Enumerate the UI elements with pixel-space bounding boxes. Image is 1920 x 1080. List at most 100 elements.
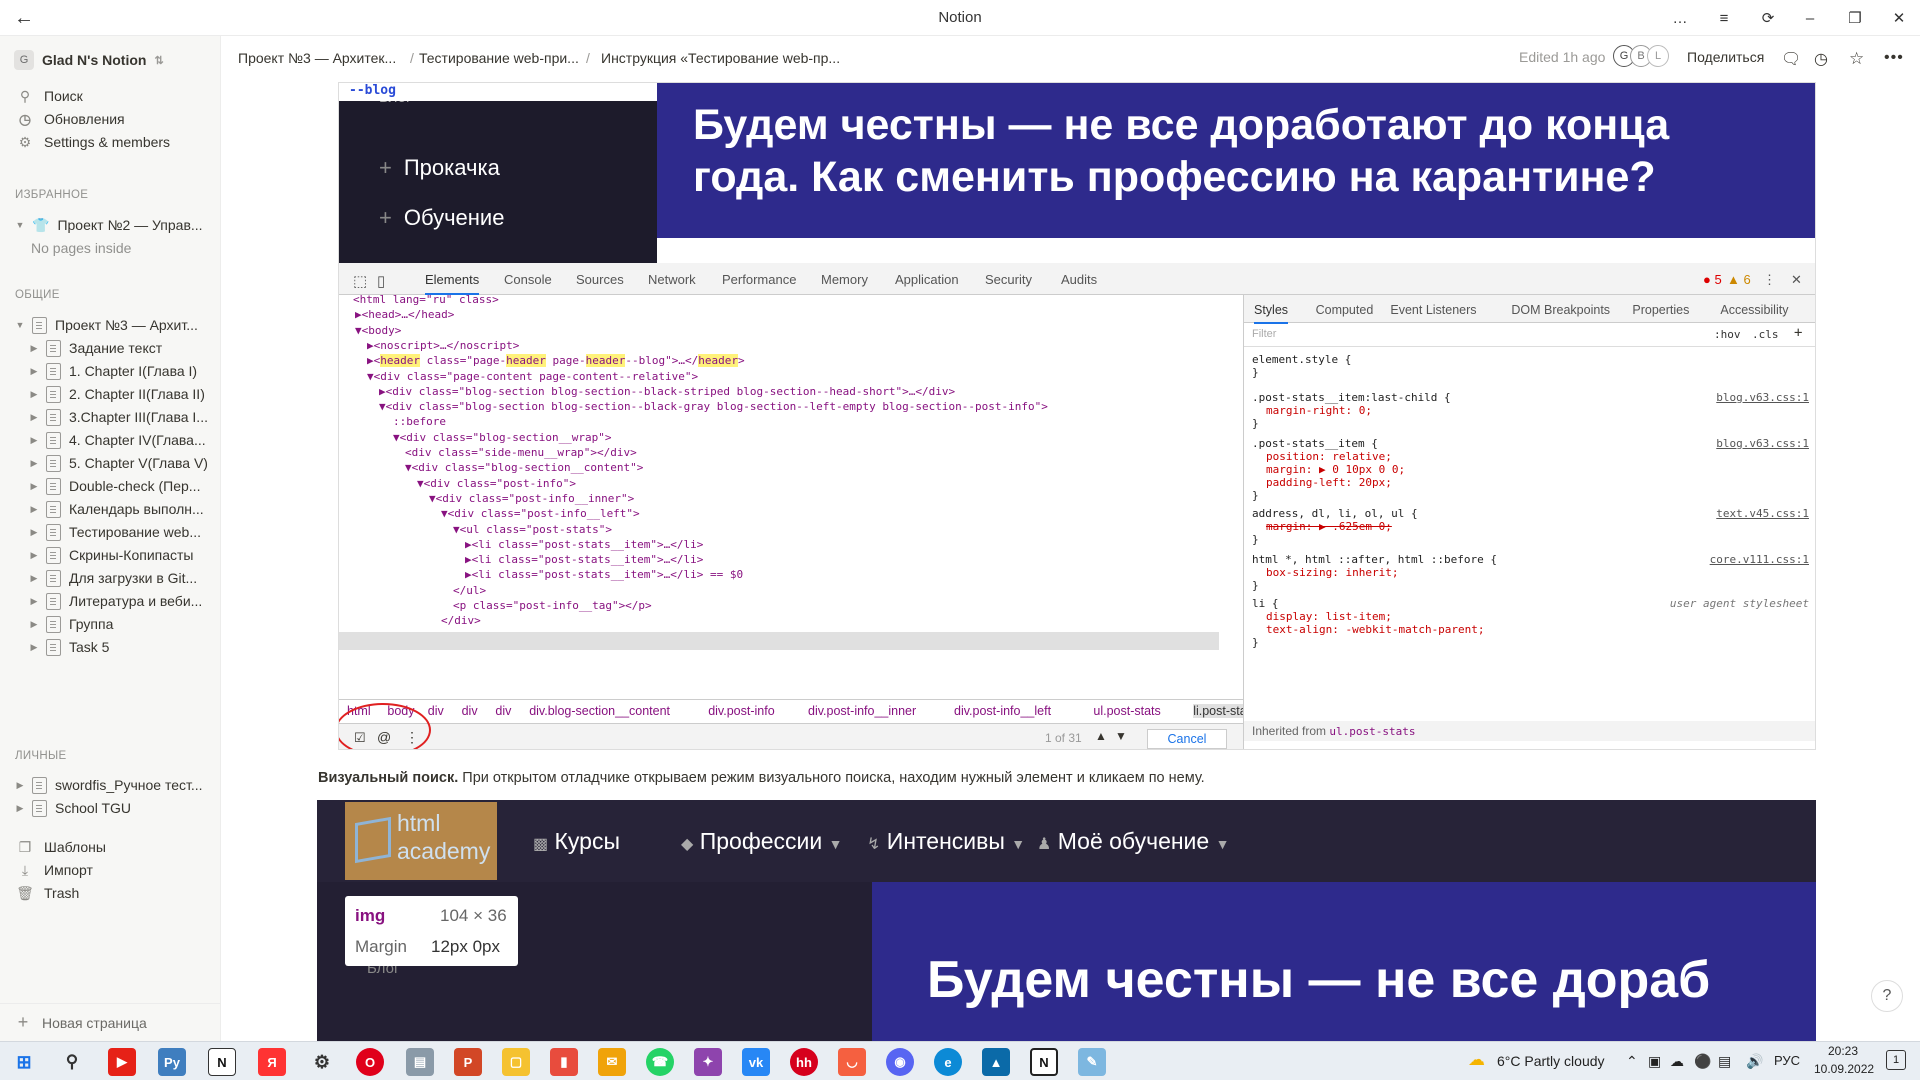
caret-right-icon[interactable]: ▶ [28, 642, 40, 653]
tab-console[interactable]: Console [504, 272, 552, 287]
tab-network[interactable]: Network [648, 272, 696, 287]
dom-path-item[interactable]: div.post-info__left [954, 704, 1051, 718]
code-line[interactable]: ▶<li class="post-stats__item">…</li> == … [465, 568, 743, 581]
discord-icon[interactable]: ◉ [886, 1048, 914, 1076]
sidebar-trash[interactable]: 🗑 Trash [0, 879, 221, 907]
share-button[interactable]: Поделиться [1687, 49, 1764, 65]
tab-elements[interactable]: Elements [425, 272, 480, 295]
chevron-up-icon[interactable]: ⌃ [1626, 1053, 1638, 1070]
search-next-icon[interactable]: ▼ [1115, 729, 1127, 743]
css-property[interactable]: margin: ▶ .625em 0; [1266, 520, 1392, 533]
caret-right-icon[interactable]: ▶ [14, 803, 26, 814]
tab-sources[interactable]: Sources [576, 272, 624, 287]
styles-tab[interactable]: Styles [1254, 303, 1289, 324]
css-property[interactable]: margin: ▶ 0 10px 0 0; [1266, 463, 1405, 476]
network-icon[interactable]: ▤ [1718, 1053, 1731, 1070]
caret-right-icon[interactable]: ▶ [28, 343, 40, 354]
clock-date[interactable]: 10.09.2022 [1814, 1062, 1874, 1076]
dom-path-item[interactable]: div.blog-section__content [529, 704, 670, 718]
code-line[interactable]: </ul> [453, 584, 486, 597]
caret-right-icon[interactable]: ▶ [28, 389, 40, 400]
clock-time[interactable]: 20:23 [1828, 1044, 1858, 1058]
python-icon[interactable]: Py [158, 1048, 186, 1076]
code-line[interactable]: ▼<ul class="post-stats"> [453, 523, 612, 536]
caret-right-icon[interactable]: ▶ [28, 435, 40, 446]
code-line[interactable]: ▼<div class="blog-section__wrap"> [393, 431, 612, 444]
tab-performance[interactable]: Performance [722, 272, 796, 287]
notepad-icon[interactable]: ✎ [1078, 1048, 1106, 1076]
code-line[interactable]: ▶<li class="post-stats__item">…</li> [465, 538, 703, 551]
code-line[interactable]: ▼<div class="post-info__inner"> [429, 492, 634, 505]
caret-right-icon[interactable]: ▶ [28, 412, 40, 423]
dom-path-item[interactable]: div.post-info [708, 704, 774, 718]
css-selector[interactable]: .post-stats__item:last-child { [1252, 391, 1451, 404]
maximize-button[interactable]: ❐ [1838, 4, 1872, 32]
code-line[interactable]: ▶<header class="page-header page-header-… [367, 354, 745, 368]
sidebar-item-private[interactable]: ▶ School TGU [0, 794, 221, 822]
code-line[interactable]: ▼<div class="post-info__left"> [441, 507, 640, 520]
css-selector[interactable]: li { [1252, 597, 1279, 610]
star-icon[interactable]: ☆ [1849, 49, 1864, 69]
css-source-link[interactable]: user agent stylesheet [1670, 597, 1809, 610]
caret-right-icon[interactable]: ▶ [28, 573, 40, 584]
code-line[interactable]: <html lang="ru" class> [353, 295, 499, 306]
code-line[interactable]: ▼<div class="blog-section blog-section--… [379, 400, 1048, 413]
gear-icon[interactable]: ⚙ [308, 1048, 336, 1076]
dom-path-item[interactable]: div [462, 704, 478, 718]
inspect-icon[interactable]: ⬚ [353, 272, 367, 290]
code-line[interactable]: ▶<noscript>…</noscript> [367, 339, 519, 352]
dom-path-item[interactable]: div.post-info__inner [808, 704, 916, 718]
css-selector[interactable]: html *, html ::after, html ::before { [1252, 553, 1497, 566]
menu-icon[interactable]: ≡ [1707, 4, 1741, 32]
code-line[interactable]: ▼<div class="page-content page-content--… [367, 370, 698, 383]
notion-icon[interactable]: N [208, 1048, 236, 1076]
refresh-icon[interactable]: ⟳ [1751, 4, 1785, 32]
search-prev-icon[interactable]: ▲ [1095, 729, 1107, 743]
caret-right-icon[interactable]: ▶ [28, 504, 40, 515]
plus-icon[interactable]: + [1794, 325, 1802, 341]
code-line[interactable]: ▼<body> [355, 324, 401, 337]
volume-icon[interactable]: 🔊 [1746, 1053, 1763, 1070]
opera-icon[interactable]: O [356, 1048, 384, 1076]
notification-badge[interactable]: 1 [1886, 1050, 1906, 1070]
photos-icon[interactable]: ▲ [982, 1048, 1010, 1076]
css-property[interactable]: margin-right: 0; [1266, 404, 1372, 417]
avatar[interactable]: L [1647, 45, 1669, 67]
mail-icon[interactable]: ✉ [598, 1048, 626, 1076]
cancel-button[interactable]: Cancel [1147, 729, 1227, 749]
new-page-button[interactable]: + Новая страница [0, 1003, 221, 1041]
inherited-selector[interactable]: ul.post-stats [1329, 725, 1415, 738]
caret-right-icon[interactable]: ▶ [28, 596, 40, 607]
caret-right-icon[interactable]: ▶ [14, 780, 26, 791]
caret-down-icon[interactable]: ▼ [14, 220, 26, 230]
breadcrumb-item[interactable]: Инструкция «Тестирование web-пр... [601, 50, 840, 66]
kebab-icon[interactable]: ⋮ [1763, 272, 1776, 288]
powerpoint-icon[interactable]: P [454, 1048, 482, 1076]
close-icon[interactable]: ✕ [1791, 272, 1802, 288]
slack-icon[interactable]: ✦ [694, 1048, 722, 1076]
css-selector[interactable]: element.style { [1252, 353, 1351, 366]
tab-audits[interactable]: Audits [1061, 272, 1097, 287]
whatsapp-icon[interactable]: ☎ [646, 1048, 674, 1076]
code-line[interactable]: <p class="post-info__tag"></p> [453, 599, 652, 612]
notion-active-icon[interactable]: N [1030, 1048, 1058, 1076]
breadcrumb-item[interactable]: Тестирование web-при... [419, 50, 579, 66]
history-icon[interactable]: ◷ [1814, 49, 1828, 69]
code-line[interactable]: ▶<li class="post-stats__item">…</li> [465, 553, 703, 566]
tab-security[interactable]: Security [985, 272, 1032, 287]
app-icon[interactable]: ▤ [406, 1048, 434, 1076]
css-property[interactable]: text-align: -webkit-match-parent; [1266, 623, 1485, 636]
css-property[interactable]: display: list-item; [1266, 610, 1392, 623]
close-button[interactable]: ✕ [1882, 4, 1916, 32]
cls-toggle[interactable]: .cls [1752, 328, 1779, 341]
css-source-link[interactable]: core.v111.css:1 [1710, 553, 1809, 566]
tab-application[interactable]: Application [895, 272, 959, 287]
code-line[interactable]: ▶<head>…</head> [355, 308, 454, 321]
code-line[interactable]: ▼<div class="post-info"> [417, 477, 576, 490]
css-source-link[interactable]: blog.v63.css:1 [1716, 391, 1809, 404]
sidebar-settings[interactable]: ⚙ Settings & members [0, 128, 221, 156]
caret-right-icon[interactable]: ▶ [28, 550, 40, 561]
caret-right-icon[interactable]: ▶ [28, 527, 40, 538]
code-line[interactable]: <div class="side-menu__wrap"></div> [405, 446, 637, 459]
tab-memory[interactable]: Memory [821, 272, 868, 287]
